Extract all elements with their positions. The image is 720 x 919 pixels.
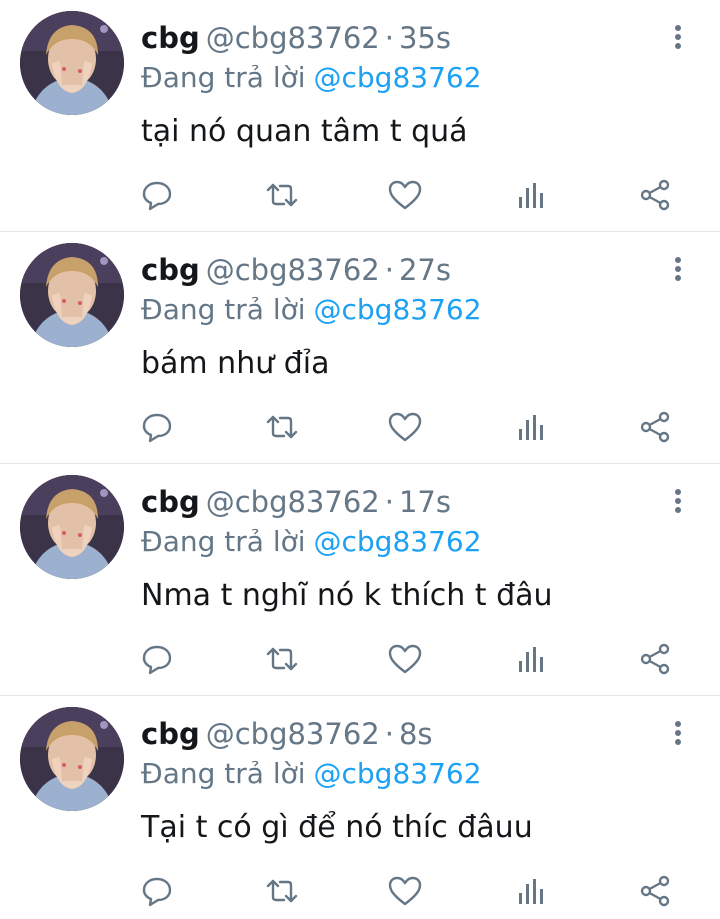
analytics-icon[interactable] bbox=[511, 175, 551, 215]
display-name[interactable]: cbg bbox=[141, 253, 200, 287]
tweet-feed: cbg @cbg83762 · 35s Đang trả lời @cbg83762 t… bbox=[0, 0, 720, 919]
reply-prefix: Đang trả lời bbox=[141, 61, 306, 94]
separator: · bbox=[384, 485, 394, 519]
reply-context: Đang trả lời @cbg83762 bbox=[141, 754, 482, 794]
tweet-actions bbox=[0, 871, 720, 911]
reply-context: Đang trả lời @cbg83762 bbox=[141, 290, 482, 330]
avatar[interactable] bbox=[20, 243, 124, 347]
analytics-icon[interactable] bbox=[511, 407, 551, 447]
share-icon[interactable] bbox=[635, 407, 675, 447]
separator: · bbox=[384, 253, 394, 287]
retweet-icon[interactable] bbox=[262, 639, 302, 679]
separator: · bbox=[384, 21, 394, 55]
user-handle[interactable]: @cbg83762 bbox=[206, 21, 380, 55]
reply-prefix: Đang trả lời bbox=[141, 293, 306, 326]
reply-prefix: Đang trả lời bbox=[141, 525, 306, 558]
display-name[interactable]: cbg bbox=[141, 21, 200, 55]
reply-context: Đang trả lời @cbg83762 bbox=[141, 58, 482, 98]
reply-icon[interactable] bbox=[137, 407, 177, 447]
reply-mention-link[interactable]: @cbg83762 bbox=[314, 525, 482, 558]
heart-icon[interactable] bbox=[385, 407, 425, 447]
reply-icon[interactable] bbox=[137, 639, 177, 679]
timestamp[interactable]: 17s bbox=[399, 485, 451, 519]
tweet-header: cbg @cbg83762 · 27s bbox=[141, 250, 451, 290]
more-vertical-icon[interactable] bbox=[666, 718, 690, 748]
reply-icon[interactable] bbox=[137, 175, 177, 215]
heart-icon[interactable] bbox=[385, 175, 425, 215]
separator: · bbox=[384, 717, 394, 751]
user-handle[interactable]: @cbg83762 bbox=[206, 485, 380, 519]
avatar[interactable] bbox=[20, 475, 124, 579]
tweet-header: cbg @cbg83762 · 17s bbox=[141, 482, 451, 522]
heart-icon[interactable] bbox=[385, 871, 425, 911]
share-icon[interactable] bbox=[635, 639, 675, 679]
avatar[interactable] bbox=[20, 707, 124, 811]
reply-mention-link[interactable]: @cbg83762 bbox=[314, 293, 482, 326]
reply-mention-link[interactable]: @cbg83762 bbox=[314, 757, 482, 790]
timestamp[interactable]: 27s bbox=[399, 253, 451, 287]
retweet-icon[interactable] bbox=[262, 407, 302, 447]
tweet-header: cbg @cbg83762 · 35s bbox=[141, 18, 451, 58]
user-handle[interactable]: @cbg83762 bbox=[206, 717, 380, 751]
tweet-text: Tại t có gì để nó thíc đâuu bbox=[141, 810, 533, 845]
tweet-actions bbox=[0, 407, 720, 447]
more-vertical-icon[interactable] bbox=[666, 486, 690, 516]
tweet-actions bbox=[0, 639, 720, 679]
reply-context: Đang trả lời @cbg83762 bbox=[141, 522, 482, 562]
tweet-text: bám như đỉa bbox=[141, 346, 330, 381]
retweet-icon[interactable] bbox=[262, 871, 302, 911]
tweet-actions bbox=[0, 175, 720, 215]
avatar[interactable] bbox=[20, 11, 124, 115]
retweet-icon[interactable] bbox=[262, 175, 302, 215]
tweet-header: cbg @cbg83762 · 8s bbox=[141, 714, 433, 754]
analytics-icon[interactable] bbox=[511, 871, 551, 911]
more-vertical-icon[interactable] bbox=[666, 22, 690, 52]
timestamp[interactable]: 8s bbox=[399, 717, 433, 751]
display-name[interactable]: cbg bbox=[141, 485, 200, 519]
user-handle[interactable]: @cbg83762 bbox=[206, 253, 380, 287]
tweet-text: tại nó quan tâm t quá bbox=[141, 114, 468, 149]
tweet[interactable]: cbg @cbg83762 · 17s Đang trả lời @cbg83762 N… bbox=[0, 464, 720, 696]
tweet[interactable]: cbg @cbg83762 · 35s Đang trả lời @cbg83762 t… bbox=[0, 0, 720, 232]
reply-prefix: Đang trả lời bbox=[141, 757, 306, 790]
timestamp[interactable]: 35s bbox=[399, 21, 451, 55]
analytics-icon[interactable] bbox=[511, 639, 551, 679]
display-name[interactable]: cbg bbox=[141, 717, 200, 751]
heart-icon[interactable] bbox=[385, 639, 425, 679]
more-vertical-icon[interactable] bbox=[666, 254, 690, 284]
reply-icon[interactable] bbox=[137, 871, 177, 911]
tweet[interactable]: cbg @cbg83762 · 8s Đang trả lời @cbg83762 Tạ… bbox=[0, 696, 720, 919]
tweet-text: Nma t nghĩ nó k thích t đâu bbox=[141, 578, 553, 613]
reply-mention-link[interactable]: @cbg83762 bbox=[314, 61, 482, 94]
share-icon[interactable] bbox=[635, 175, 675, 215]
tweet[interactable]: cbg @cbg83762 · 27s Đang trả lời @cbg83762 b… bbox=[0, 232, 720, 464]
share-icon[interactable] bbox=[635, 871, 675, 911]
